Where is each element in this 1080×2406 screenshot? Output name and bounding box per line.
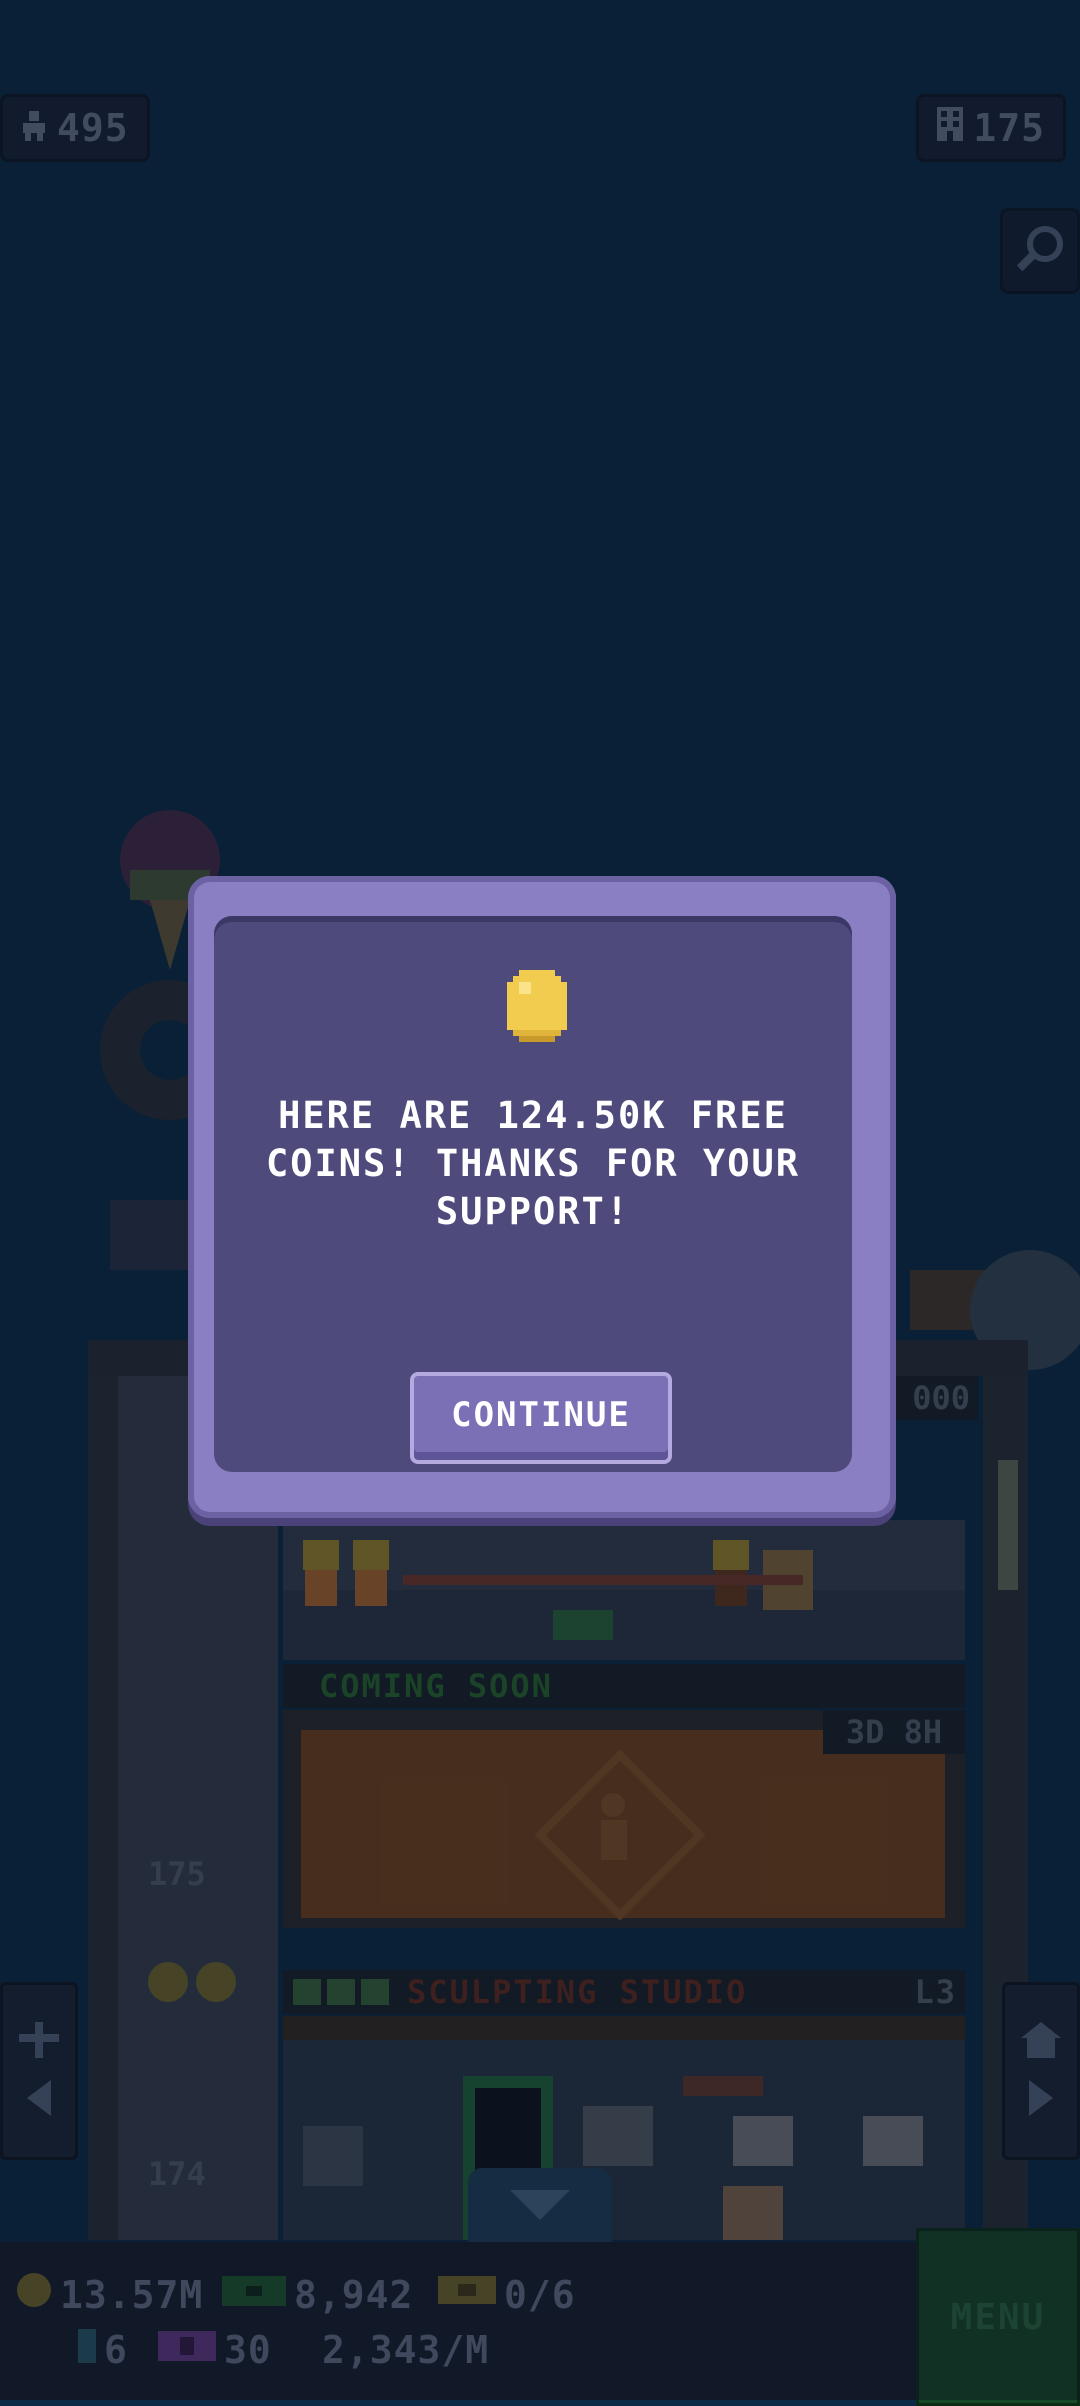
free-coins-dialog: HERE ARE 124.50K FREE COINS! THANKS FOR … — [188, 876, 896, 1518]
continue-button[interactable]: CONTINUE — [410, 1372, 672, 1464]
coin-icon — [507, 970, 567, 1042]
dialog-message: HERE ARE 124.50K FREE COINS! THANKS FOR … — [265, 1094, 801, 1233]
dialog-panel: HERE ARE 124.50K FREE COINS! THANKS FOR … — [214, 916, 852, 1472]
